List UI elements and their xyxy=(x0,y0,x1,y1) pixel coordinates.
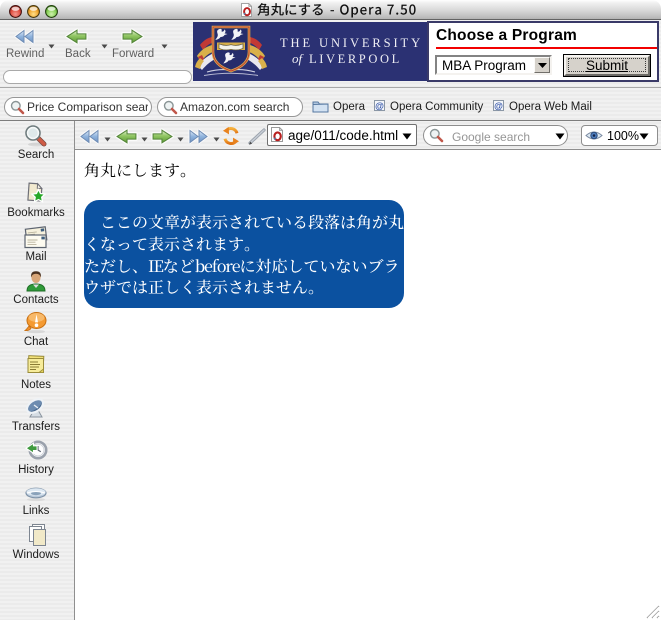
svg-text:of: of xyxy=(292,51,305,66)
svg-text:LIVERPOOL: LIVERPOOL xyxy=(309,52,402,66)
svg-text:THE UNIVERSITY: THE UNIVERSITY xyxy=(280,36,423,50)
